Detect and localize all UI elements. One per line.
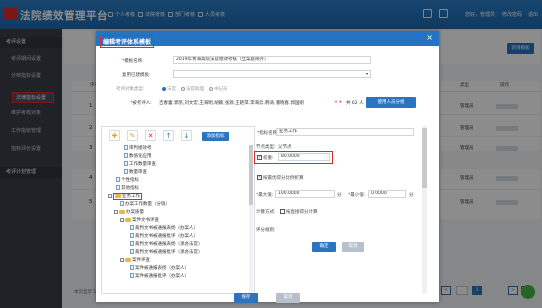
checkbox-checked-icon: ✓ xyxy=(257,175,262,180)
radio-icon xyxy=(162,86,166,91)
rule-label: 评分规则: xyxy=(256,228,276,233)
tree-node[interactable]: 工作数量审查 xyxy=(124,161,156,168)
page-icon xyxy=(130,241,134,246)
ok-button[interactable]: 确定 xyxy=(312,242,336,252)
move-down-icon[interactable]: ↓ xyxy=(181,130,192,141)
template-name-label: *模板名称: xyxy=(122,59,144,64)
tree-node[interactable]: 数量审查 xyxy=(124,169,147,176)
collapse-icon: - xyxy=(120,257,124,262)
node-type-label: 节点类型: xyxy=(256,145,276,150)
person-count: 共 62 人 xyxy=(346,101,364,106)
weight-input[interactable]: 80.0000 xyxy=(278,153,330,161)
page-icon xyxy=(116,177,120,182)
min-unit: 分 xyxy=(409,193,414,198)
checkbox-icon xyxy=(280,209,285,214)
optimal-score-checkbox[interactable]: ✓按最优得分比例折算 xyxy=(257,175,304,181)
min-input[interactable]: 0.0000 xyxy=(368,190,406,198)
add-child-icon[interactable]: ✎ xyxy=(127,130,138,141)
indicator-name-input[interactable]: 业务工作 xyxy=(276,128,414,136)
assess-type-label: 考评对象类型: xyxy=(116,87,145,92)
page-icon xyxy=(130,265,134,270)
close-modal-button[interactable]: 取消 xyxy=(276,293,300,303)
radio-icon xyxy=(181,86,185,91)
tree-node[interactable]: 裁判文书被通报表扬（承办法官） xyxy=(130,241,203,248)
page-icon xyxy=(116,185,120,190)
folder-icon xyxy=(119,209,125,214)
page-icon xyxy=(130,273,134,278)
assess-type-radio-judge[interactable]: 法官 xyxy=(162,86,176,92)
page-icon xyxy=(130,233,134,238)
radio-icon xyxy=(209,86,213,91)
tree-node[interactable]: 裁判文书被通报批评（办案人） xyxy=(130,233,198,240)
tree-node[interactable]: 审判绩效考 xyxy=(124,145,152,152)
template-name-input[interactable]: 2019年青海高院法官绩效考核（立案庭除外） xyxy=(173,56,371,64)
add-indicator-button[interactable]: 添加指标 xyxy=(202,132,229,141)
tree-node-selected[interactable]: - 业务工作 xyxy=(108,193,142,200)
folder-icon xyxy=(125,217,131,222)
page-icon xyxy=(130,249,134,254)
max-label: *最大值: xyxy=(256,193,274,198)
weight-checkbox[interactable]: ✓权重: xyxy=(257,155,274,161)
delete-icon[interactable]: ✕ xyxy=(145,130,156,141)
max-input[interactable]: 100.0000 xyxy=(275,190,335,198)
min-label: *最小值: xyxy=(348,193,366,198)
cancel-button[interactable]: 取消 xyxy=(342,242,364,252)
assess-person-label: *被考评人: xyxy=(130,101,152,106)
page-icon xyxy=(120,201,124,206)
page-icon xyxy=(124,169,128,174)
collapse-icon: - xyxy=(108,193,112,198)
modal-title: 编辑考评体系模板 xyxy=(100,35,155,48)
page-icon xyxy=(130,225,134,230)
max-unit: 分 xyxy=(337,193,342,198)
clear-persons-icon[interactable]: × ▾ xyxy=(334,100,341,105)
tree-scrollbar[interactable] xyxy=(249,145,253,293)
folder-icon xyxy=(115,193,121,198)
close-icon[interactable]: × xyxy=(426,33,433,42)
tree-node[interactable]: 数值化应用 xyxy=(124,153,152,160)
assess-person-chips[interactable]: 吉春蕾,郭凯,刘文宏,王海明,胡颖,张源,王艳萍,李海云,韩涛,潘晓春,郭国刚 xyxy=(159,100,331,106)
reuse-template-select[interactable]: ▾ xyxy=(173,70,371,78)
tree-node[interactable]: - 案件文书评查 xyxy=(120,217,159,224)
tree-node[interactable]: - 办案质量 xyxy=(114,209,144,216)
tree-node[interactable]: 案件被通报批评（办案人） xyxy=(130,273,189,280)
tree-node[interactable]: 个性指标 xyxy=(116,177,139,184)
assess-type-radio-assistant[interactable]: 法官助理 xyxy=(181,86,204,92)
folder-icon xyxy=(125,257,131,262)
collapse-icon: - xyxy=(120,217,124,222)
scroll-thumb[interactable] xyxy=(422,128,427,188)
scroll-thumb[interactable] xyxy=(249,145,253,205)
edit-template-modal: 编辑考评体系模板 × *模板名称: 2019年青海高院法官绩效考核（立案庭除外）… xyxy=(96,31,439,303)
chevron-down-icon: ▾ xyxy=(365,71,368,76)
tree-node[interactable]: 办案工作数量（分值） xyxy=(120,201,170,208)
reuse-template-label: 复用已建模板: xyxy=(122,73,151,78)
form-scrollbar[interactable] xyxy=(422,126,427,294)
calc-method-checkbox[interactable]: 按直接得分计算 xyxy=(280,209,318,215)
tree-node[interactable]: 其他指标 xyxy=(116,185,139,192)
tree-node[interactable]: 案件被通报表扬（办案人） xyxy=(130,265,189,272)
checkbox-checked-icon: ✓ xyxy=(257,155,262,160)
modal-header: 编辑考评体系模板 × xyxy=(96,31,439,48)
page-icon xyxy=(124,145,128,150)
assess-type-radio-clerk[interactable]: 书记员 xyxy=(209,86,228,92)
collapse-icon: - xyxy=(114,209,118,214)
move-up-icon[interactable]: ↑ xyxy=(163,130,174,141)
tree-node[interactable]: 裁判文书被通报表扬（办案人） xyxy=(130,225,198,232)
page-icon xyxy=(124,153,128,158)
node-type-value: 父节点 xyxy=(278,145,292,150)
indicator-tree: 审判绩效考 数值化应用 工作数量审查 数量审查 个性指标 其他指标 - 业务工作 … xyxy=(102,145,254,293)
calc-method-label: 计算方式: xyxy=(256,210,276,215)
add-root-icon[interactable]: ✚ xyxy=(109,130,120,141)
page-icon xyxy=(124,161,128,166)
indicator-tree-panel: ✚ ✎ ✕ ↑ ↓ 添加指标 审判绩效考 数值化应用 工作数量审查 数量审查 个… xyxy=(101,126,255,294)
use-person-group-button[interactable]: 使用人员分组 xyxy=(366,97,416,108)
tree-node[interactable]: 裁判文书被通报批评（承办法官） xyxy=(130,249,203,256)
save-button[interactable]: 保存 xyxy=(234,293,258,303)
tree-node[interactable]: - 案件评查 xyxy=(120,257,150,264)
